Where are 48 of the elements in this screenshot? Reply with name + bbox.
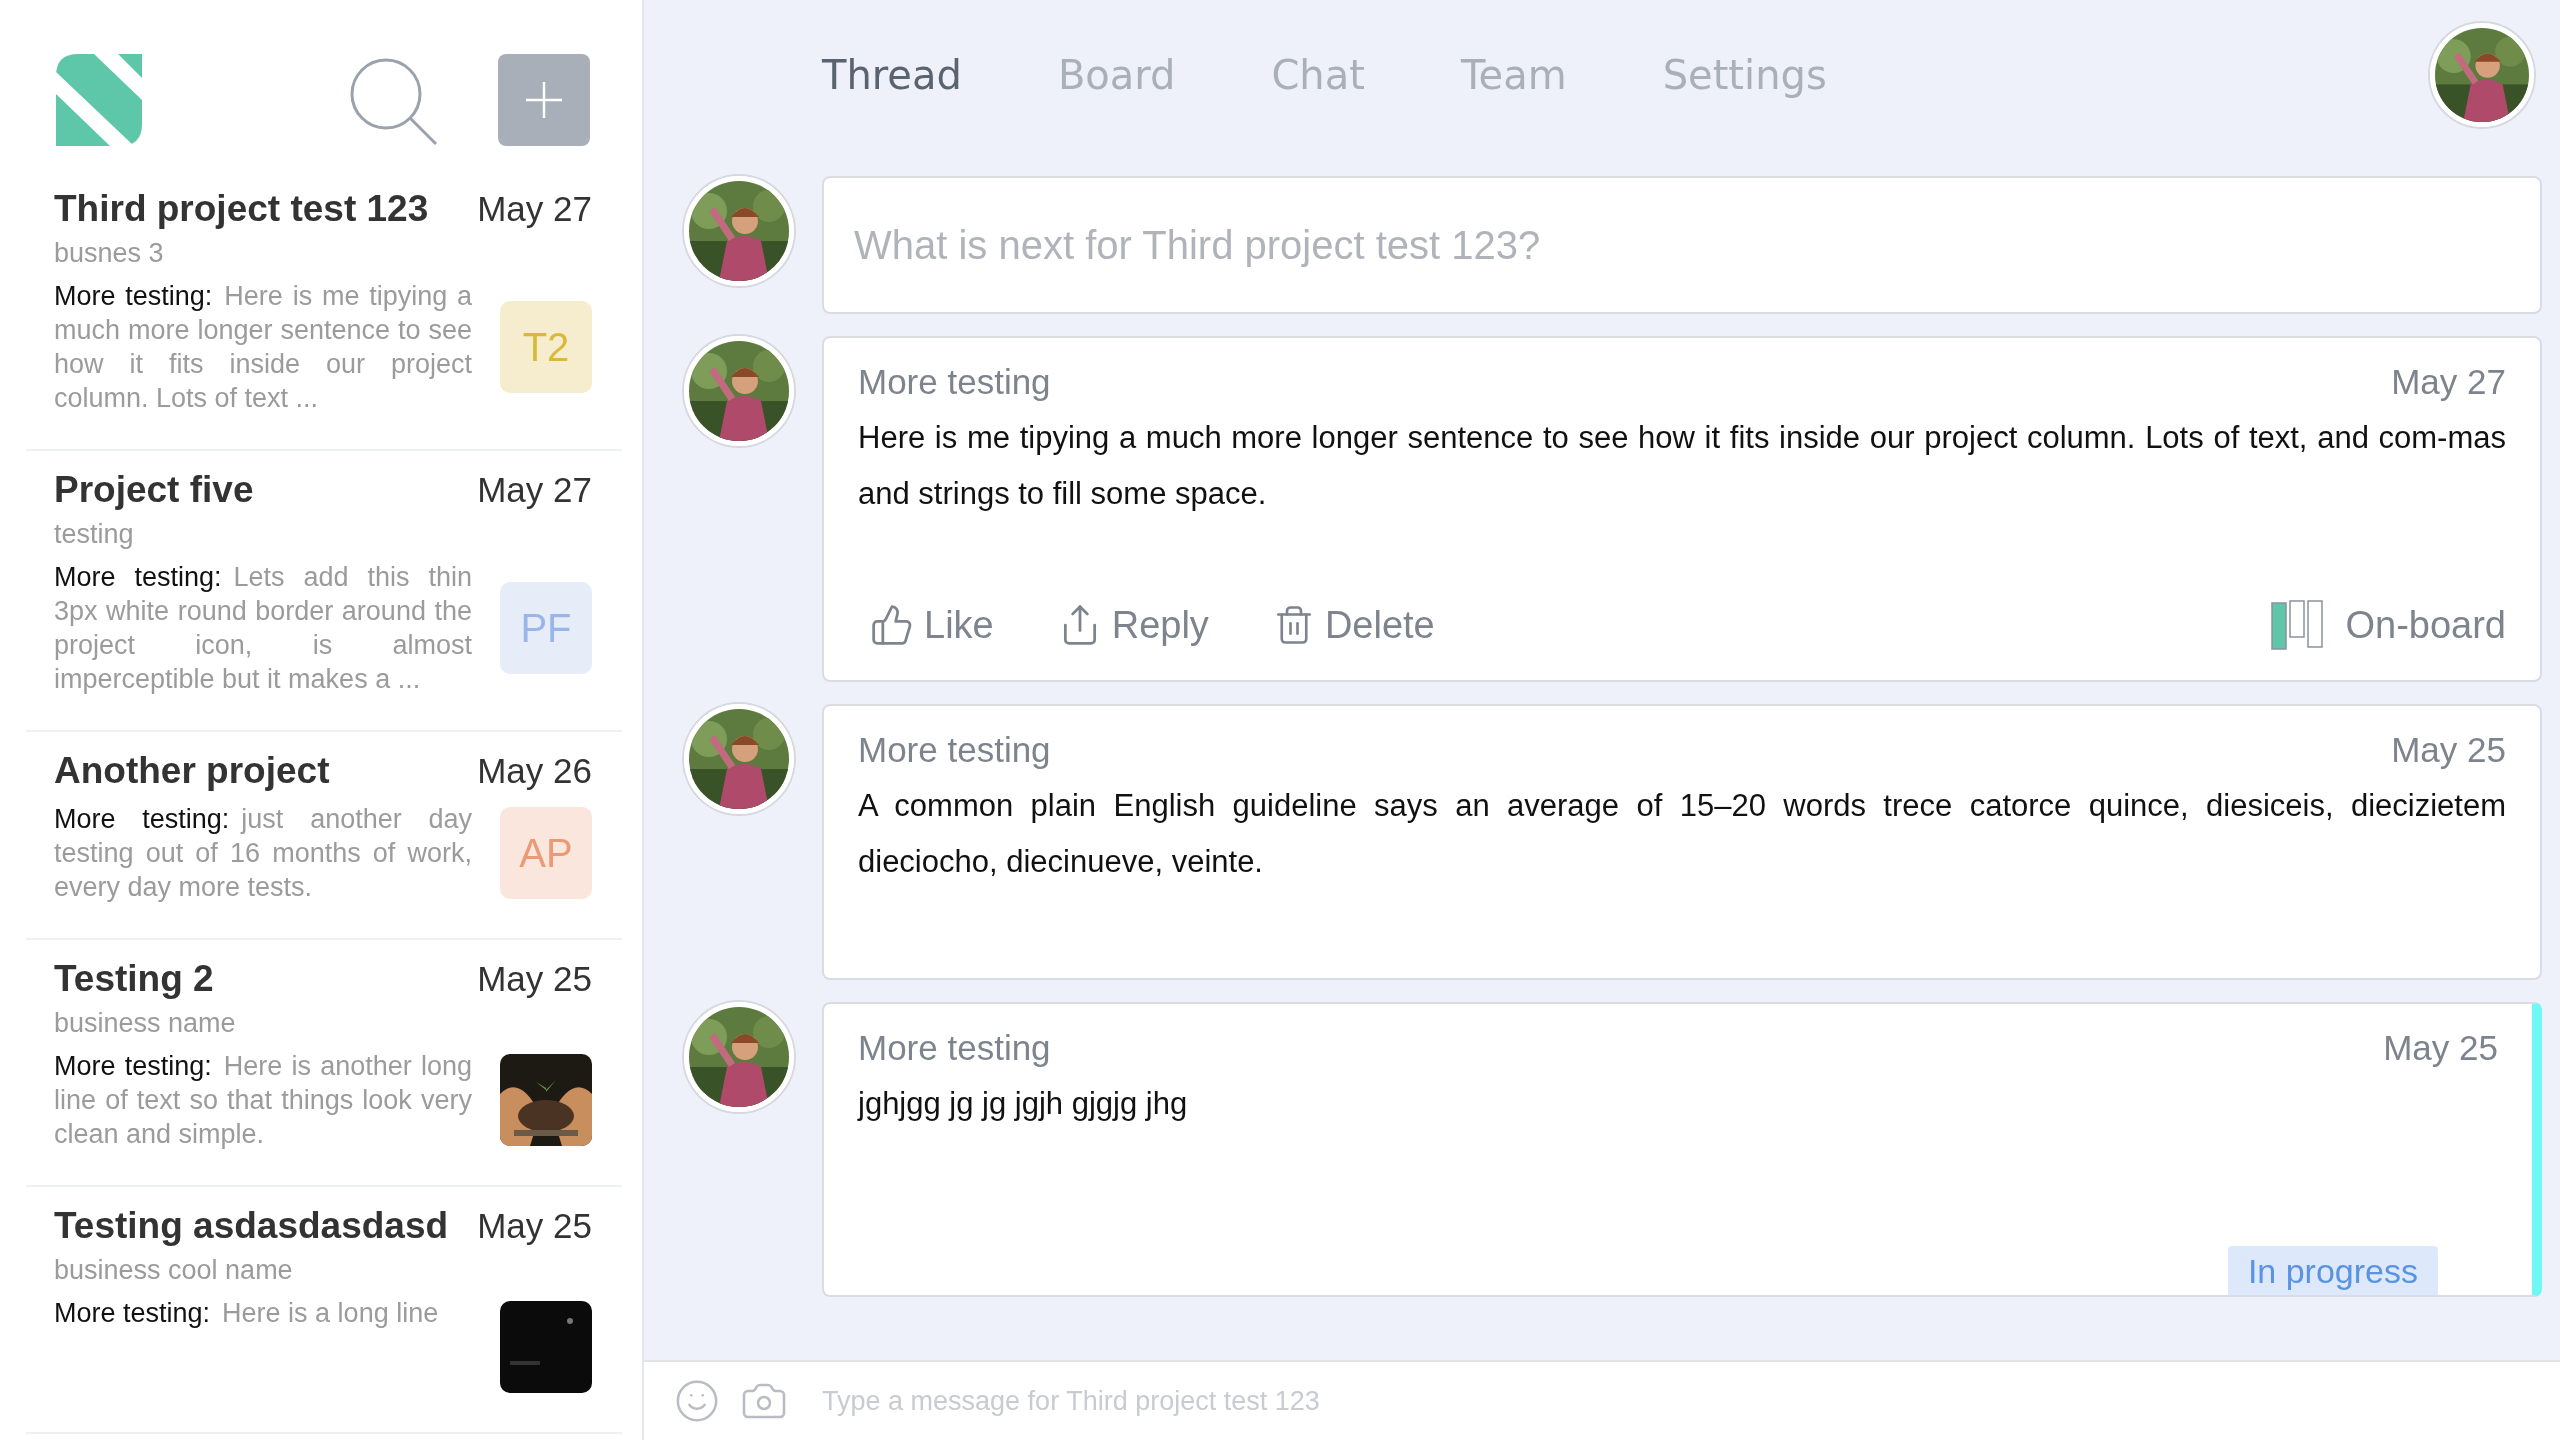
post-input-field[interactable]: What is next for Third project test 123? xyxy=(822,176,2542,314)
project-subtitle: business cool name xyxy=(54,1255,294,1286)
post-body: A common plain English guideline says an average of 15–20 words trece catorce quince, diesiceis, diecizietem dieciocho, diecinueve, veinte. xyxy=(858,787,2506,881)
project-date: May 25 xyxy=(477,1206,592,1246)
project-title[interactable]: Third project test 123 xyxy=(54,188,429,230)
project-initials: PF xyxy=(500,582,592,674)
project-preview: More testing: just another day testing out of 16 months of work, every day more tests. xyxy=(54,803,472,904)
project-date: May 27 xyxy=(477,470,592,510)
post-heading: More testing xyxy=(858,1028,1051,1068)
nav-tab[interactable]: Settings xyxy=(1662,52,1827,98)
post-heading: More testing xyxy=(858,362,1051,402)
plus-icon xyxy=(524,80,564,120)
nav-tab[interactable]: Thread xyxy=(822,52,962,98)
project-title[interactable]: Another project xyxy=(54,750,330,792)
add-button[interactable] xyxy=(498,54,590,146)
post-heading: More testing xyxy=(858,730,1051,770)
project-preview: More testing: Here is a long line xyxy=(54,1297,440,1330)
project-subtitle: testing xyxy=(54,519,135,550)
logo-icon xyxy=(56,54,142,146)
project-preview: More testing: Here is me tipying a much more longer sentence to see how it fits inside our project column. Lots of text ... xyxy=(54,280,472,415)
nav-tab[interactable]: Team xyxy=(1460,52,1567,98)
project-preview: More testing: Here is another long line of text so that things look very clean and simple. xyxy=(54,1050,472,1151)
post-date: May 25 xyxy=(2383,1028,2498,1068)
nav-tab[interactable]: Board xyxy=(1057,52,1176,98)
project-subtitle: business name xyxy=(54,1008,237,1039)
reply-button[interactable]: Reply xyxy=(1045,603,1209,647)
project-initials: AP xyxy=(500,807,592,899)
project-initials: T2 xyxy=(500,301,592,393)
project-title[interactable]: Project five xyxy=(54,469,254,511)
post-date: May 25 xyxy=(2391,730,2506,770)
post-body: jghjgg jg jg jgjh gjgjg jhg xyxy=(858,1085,1189,1123)
project-title[interactable]: Testing asdasdasdasd xyxy=(54,1205,449,1247)
on-board-button[interactable]: On-board xyxy=(2271,600,2506,650)
project-date: May 25 xyxy=(477,959,592,999)
nav-tab[interactable]: Chat xyxy=(1271,52,1365,98)
emoji-icon[interactable] xyxy=(674,1378,720,1424)
post-date: May 27 xyxy=(2391,362,2506,402)
like-button[interactable]: Like xyxy=(858,603,994,647)
thumbs-up-icon xyxy=(870,603,914,647)
project-title[interactable]: Testing 2 xyxy=(54,958,214,1000)
board-columns-icon xyxy=(2271,600,2324,650)
project-date: May 26 xyxy=(477,751,592,791)
project-subtitle: busnes 3 xyxy=(54,238,165,269)
project-preview: More testing: Lets add this thin 3px white round border around the project icon, is almost imperceptible but it makes a ... xyxy=(54,561,472,696)
status-tag: In progress xyxy=(2227,1246,2438,1295)
project-date: May 27 xyxy=(477,189,592,229)
delete-button[interactable]: Delete xyxy=(1260,603,1435,647)
post-body: Here is me tipying a much more longer sentence to see how it fits inside our project column. Lots of text, and com-mas and strings to fill some space. xyxy=(858,419,2506,513)
